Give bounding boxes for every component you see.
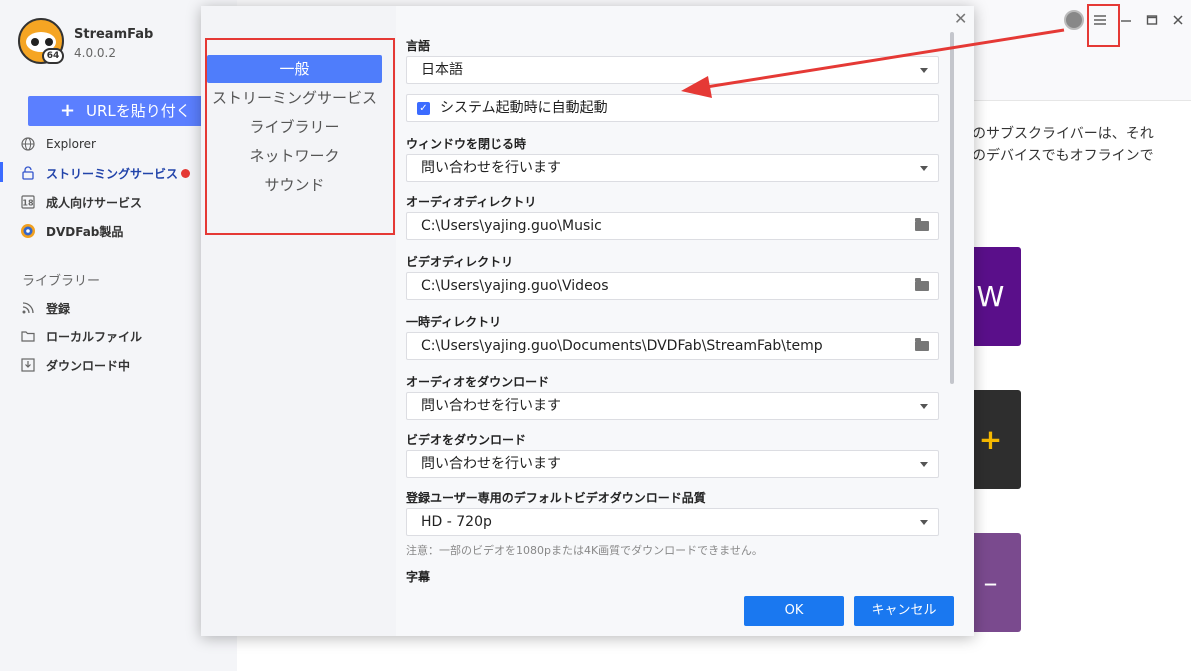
download-icon	[20, 357, 36, 373]
sidebar-item-label: ダウンロード中	[46, 358, 131, 373]
dialog-close-icon[interactable]: ✕	[954, 9, 967, 28]
quality-select[interactable]: HD - 720p	[406, 508, 939, 536]
sidebar-item-downloading[interactable]: ダウンロード中	[20, 355, 130, 375]
tile-glyph: W	[976, 280, 1005, 313]
hot-badge	[181, 168, 191, 178]
folder-icon	[20, 328, 36, 344]
main-text-line: スのサブスクライバーは、それ	[958, 126, 1154, 142]
settings-scrollbar[interactable]	[950, 32, 954, 384]
autostart-checkbox-row[interactable]: ✓ システム起動時に自動起動	[406, 94, 939, 122]
close-window-icon[interactable]	[1168, 10, 1188, 30]
folder-icon[interactable]	[915, 338, 929, 351]
chevron-down-icon	[920, 462, 928, 467]
paste-url-button[interactable]: + URLを貼り付く	[28, 96, 208, 126]
app-version: 4.0.0.2	[74, 46, 116, 60]
chevron-down-icon	[920, 520, 928, 525]
language-value: 日本語	[421, 62, 463, 78]
sidebar-item-label: ローカルファイル	[46, 329, 143, 344]
subtitle-label: 字幕	[406, 570, 431, 584]
chevron-down-icon	[920, 68, 928, 73]
sidebar-item-label: 登録	[46, 301, 71, 316]
chevron-down-icon	[920, 404, 928, 409]
library-section-title: ライブラリー	[22, 274, 101, 289]
video-dir-value: C:\Users\yajing.guo\Videos	[421, 278, 609, 294]
quality-label: 登録ユーザー専用のデフォルトビデオダウンロード品質	[406, 491, 706, 505]
download-video-value: 問い合わせを行います	[421, 456, 561, 472]
checkbox-checked-icon[interactable]: ✓	[417, 102, 430, 115]
video-dir-label: ビデオディレクトリ	[406, 255, 514, 269]
quality-value: HD - 720p	[421, 514, 492, 530]
ok-button[interactable]: OK	[744, 596, 844, 626]
sidebar-item-adult[interactable]: 18 成人向けサービス	[20, 192, 142, 212]
close-window-label: ウィンドウを閉じる時	[406, 137, 527, 151]
audio-dir-label: オーディオディレクトリ	[406, 195, 537, 209]
download-audio-label: オーディオをダウンロード	[406, 375, 550, 389]
rss-icon	[20, 300, 36, 316]
settings-dialog: 一般 ストリーミングサービス ライブラリー ネットワーク サウンド ✕ 言語 日…	[201, 6, 974, 636]
tile-glyph: –	[983, 566, 998, 599]
download-video-select[interactable]: 問い合わせを行います	[406, 450, 939, 478]
record-icon[interactable]	[1064, 10, 1084, 30]
audio-dir-value: C:\Users\yajing.guo\Music	[421, 218, 602, 234]
close-window-select[interactable]: 問い合わせを行います	[406, 154, 939, 182]
paste-url-label: URLを貼り付く	[86, 102, 191, 120]
sidebar-item-label: DVDFab製品	[46, 224, 124, 239]
eighteen-icon: 18	[20, 194, 36, 210]
cancel-button[interactable]: キャンセル	[854, 596, 954, 626]
dvdfab-icon	[20, 223, 36, 239]
svg-text:18: 18	[22, 199, 34, 208]
download-audio-select[interactable]: 問い合わせを行います	[406, 392, 939, 420]
app-name: StreamFab	[74, 27, 154, 42]
video-dir-field[interactable]: C:\Users\yajing.guo\Videos	[406, 272, 939, 300]
app-logo: 64	[18, 18, 64, 68]
folder-icon[interactable]	[915, 278, 929, 291]
lock-icon	[20, 165, 36, 181]
sidebar-item-local-files[interactable]: ローカルファイル	[20, 326, 142, 346]
language-label: 言語	[406, 39, 431, 53]
temp-dir-label: 一時ディレクトリ	[406, 315, 502, 329]
autostart-label: システム起動時に自動起動	[440, 100, 608, 116]
sidebar-item-explorer[interactable]: Explorer	[20, 134, 96, 154]
sidebar-item-label: 成人向けサービス	[46, 195, 143, 210]
active-indicator	[0, 162, 3, 182]
close-window-value: 問い合わせを行います	[421, 160, 561, 176]
sidebar-item-label: Explorer	[46, 137, 96, 151]
sidebar-item-label: ストリーミングサービス	[46, 166, 179, 181]
quality-note: 注意：一部のビデオを1080pまたは4K画質でダウンロードできません。	[406, 544, 763, 557]
temp-dir-field[interactable]: C:\Users\yajing.guo\Documents\DVDFab\Str…	[406, 332, 939, 360]
maximize-icon[interactable]	[1142, 10, 1162, 30]
main-text-line: どのデバイスでもオフラインで	[958, 148, 1154, 164]
sidebar-item-subscriptions[interactable]: 登録	[20, 298, 70, 318]
download-video-label: ビデオをダウンロード	[406, 433, 527, 447]
sidebar-item-streaming[interactable]: ストリーミングサービス	[20, 163, 191, 183]
globe-icon	[20, 136, 36, 152]
language-select[interactable]: 日本語	[406, 56, 939, 84]
sidebar-item-dvdfab[interactable]: DVDFab製品	[20, 221, 123, 241]
chevron-down-icon	[920, 166, 928, 171]
tile-glyph: +	[978, 423, 1003, 456]
main-description: スのサブスクライバーは、それ どのデバイスでもオフラインで	[958, 123, 1154, 167]
logo-badge: 64	[42, 48, 64, 64]
audio-dir-field[interactable]: C:\Users\yajing.guo\Music	[406, 212, 939, 240]
minimize-icon[interactable]	[1116, 10, 1136, 30]
temp-dir-value: C:\Users\yajing.guo\Documents\DVDFab\Str…	[421, 338, 823, 354]
plus-icon: +	[60, 100, 76, 121]
download-audio-value: 問い合わせを行います	[421, 398, 561, 414]
category-highlight-box	[205, 38, 395, 235]
folder-icon[interactable]	[915, 218, 929, 231]
